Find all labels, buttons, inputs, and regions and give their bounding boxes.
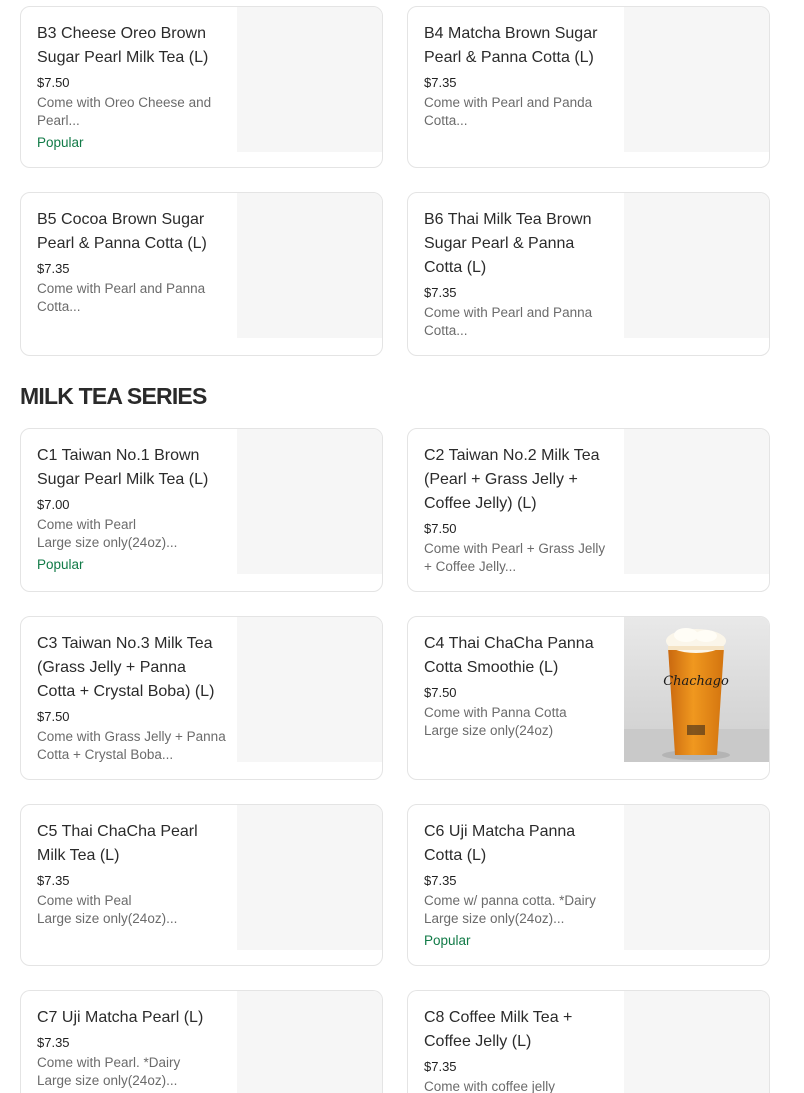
item-description: Come with Pearl Large size only(24oz)...	[37, 517, 178, 550]
menu-item-card[interactable]: C1 Taiwan No.1 Brown Sugar Pearl Milk Te…	[20, 428, 383, 592]
menu-item-card[interactable]: B6 Thai Milk Tea Brown Sugar Pearl & Pan…	[407, 192, 770, 356]
menu-item-card[interactable]: C4 Thai ChaCha Panna Cotta Smoothie (L) …	[407, 616, 770, 780]
item-price: $7.35	[424, 75, 457, 90]
item-image-placeholder	[237, 429, 382, 574]
menu-item-card[interactable]: C8 Coffee Milk Tea + Coffee Jelly (L) $7…	[407, 990, 770, 1093]
item-price: $7.35	[37, 873, 70, 888]
item-price: $7.50	[37, 709, 70, 724]
item-price: $7.50	[37, 75, 70, 90]
menu-item-card[interactable]: C3 Taiwan No.3 Milk Tea (Grass Jelly + P…	[20, 616, 383, 780]
item-price: $7.50	[424, 685, 457, 700]
item-image-placeholder	[624, 991, 769, 1093]
menu-item-card[interactable]: C7 Uji Matcha Pearl (L) $7.35 Come with …	[20, 990, 383, 1093]
item-image-placeholder	[624, 7, 769, 152]
item-description: Come with Pearl and Panna Cotta...	[37, 281, 206, 314]
menu-item-card[interactable]: C2 Taiwan No.2 Milk Tea (Pearl + Grass J…	[407, 428, 770, 592]
popular-badge: Popular	[37, 135, 84, 150]
item-price: $7.35	[424, 1059, 457, 1074]
item-price: $7.50	[424, 521, 457, 536]
item-description: Come with coffee jelly	[424, 1079, 556, 1093]
item-description: Come with Grass Jelly + Panna Cotta + Cr…	[37, 729, 226, 762]
item-description: Come with Pearl and Panda Cotta...	[424, 95, 593, 128]
item-name: C4 Thai ChaCha Panna Cotta Smoothie (L)	[424, 635, 594, 676]
svg-text:Chachago: Chachago	[663, 674, 729, 689]
item-image-placeholder	[237, 617, 382, 762]
item-name: C2 Taiwan No.2 Milk Tea (Pearl + Grass J…	[424, 447, 600, 512]
item-name: C7 Uji Matcha Pearl (L)	[37, 1009, 204, 1026]
item-price: $7.35	[424, 873, 457, 888]
drink-photo: Chachago	[624, 617, 769, 762]
item-name: C8 Coffee Milk Tea + Coffee Jelly (L)	[424, 1009, 573, 1050]
menu-item-card[interactable]: B3 Cheese Oreo Brown Sugar Pearl Milk Te…	[20, 6, 383, 168]
item-name: C1 Taiwan No.1 Brown Sugar Pearl Milk Te…	[37, 447, 209, 488]
item-name: B6 Thai Milk Tea Brown Sugar Pearl & Pan…	[424, 211, 592, 276]
item-name: B3 Cheese Oreo Brown Sugar Pearl Milk Te…	[37, 25, 209, 66]
item-image-placeholder	[237, 991, 382, 1093]
item-image-placeholder	[624, 805, 769, 950]
menu-item-card[interactable]: B4 Matcha Brown Sugar Pearl & Panna Cott…	[407, 6, 770, 168]
popular-badge: Popular	[37, 557, 84, 572]
item-description: Come with Pearl + Grass Jelly + Coffee J…	[424, 541, 606, 574]
menu-item-card[interactable]: C6 Uji Matcha Panna Cotta (L) $7.35 Come…	[407, 804, 770, 966]
item-description: Come with Pearl and Panna Cotta...	[424, 305, 593, 338]
item-image-placeholder	[237, 805, 382, 950]
item-name: B5 Cocoa Brown Sugar Pearl & Panna Cotta…	[37, 211, 207, 252]
item-name: C3 Taiwan No.3 Milk Tea (Grass Jelly + P…	[37, 635, 215, 700]
item-image-placeholder	[624, 193, 769, 338]
item-image-placeholder	[237, 7, 382, 152]
item-name: B4 Matcha Brown Sugar Pearl & Panna Cott…	[424, 25, 598, 66]
item-price: $7.35	[37, 261, 70, 276]
item-price: $7.00	[37, 497, 70, 512]
item-description: Come w/ panna cotta. *Dairy Large size o…	[424, 893, 596, 926]
item-image-placeholder	[237, 193, 382, 338]
item-price: $7.35	[424, 285, 457, 300]
item-name: C5 Thai ChaCha Pearl Milk Tea (L)	[37, 823, 198, 864]
item-image-placeholder	[624, 429, 769, 574]
menu-item-card[interactable]: C5 Thai ChaCha Pearl Milk Tea (L) $7.35 …	[20, 804, 383, 966]
menu-item-card[interactable]: B5 Cocoa Brown Sugar Pearl & Panna Cotta…	[20, 192, 383, 356]
section-title: MILK TEA SERIES	[20, 383, 207, 409]
item-price: $7.35	[37, 1035, 70, 1050]
item-name: C6 Uji Matcha Panna Cotta (L)	[424, 823, 576, 864]
item-description: Come with Panna Cotta Large size only(24…	[424, 705, 567, 738]
item-description: Come with Oreo Cheese and Pearl...	[37, 95, 212, 128]
orange-drink-cup-icon: Chachago	[624, 628, 769, 762]
popular-badge: Popular	[424, 933, 471, 948]
item-description: Come with Peal Large size only(24oz)...	[37, 893, 178, 926]
item-description: Come with Pearl. *Dairy Large size only(…	[37, 1055, 181, 1088]
